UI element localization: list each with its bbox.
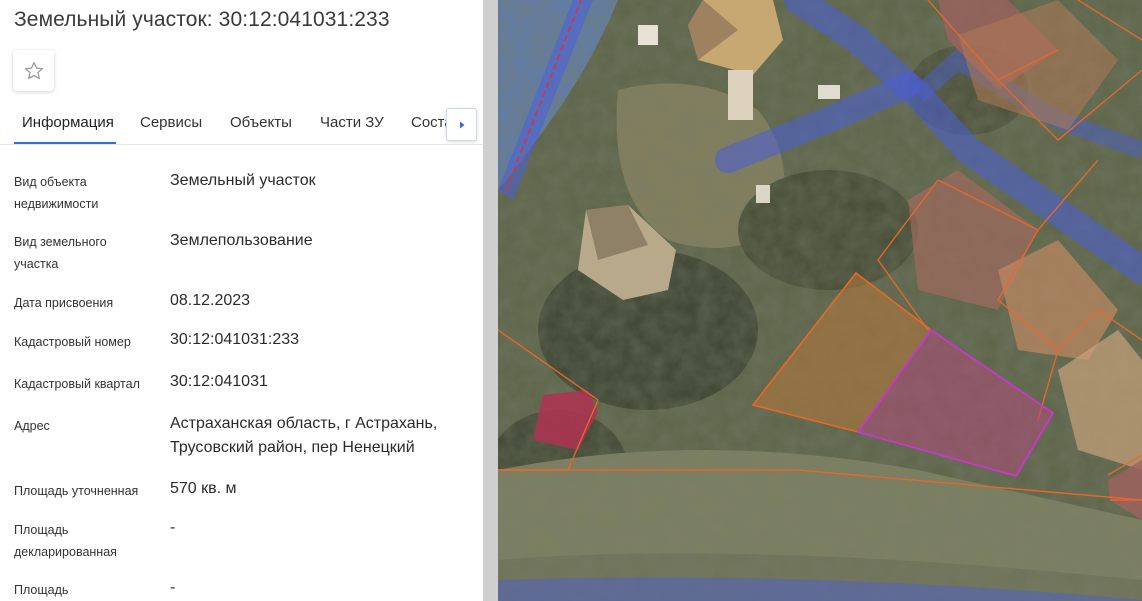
tabs-next-button[interactable]: [446, 108, 477, 141]
caret-right-icon: [459, 121, 464, 128]
tab-services[interactable]: Сервисы: [140, 114, 202, 131]
info-label: Кадастровый квартал: [14, 377, 140, 391]
tab-information[interactable]: Информация: [22, 114, 114, 131]
satellite-map: [498, 0, 1142, 601]
tab-parts[interactable]: Части ЗУ: [320, 114, 384, 131]
info-value: 30:12:041031:233: [170, 331, 300, 348]
info-label: Адрес: [14, 419, 50, 433]
info-label: Вид объекта недвижимости: [14, 175, 99, 211]
info-label: Кадастровый номер: [14, 335, 131, 349]
info-label: Площадь уточненная: [14, 484, 139, 498]
page-title: Земельный участок: 30:12:041031:233: [14, 8, 390, 31]
info-label: Площадь декларированная: [14, 523, 117, 559]
info-label: Площадь: [14, 583, 69, 597]
tab-bar: Информация Сервисы Объекты Части ЗУ Сост…: [0, 104, 483, 145]
info-value: 30:12:041031: [170, 373, 268, 390]
info-value: Астраханская область, г Астрахань, Трусо…: [170, 415, 438, 456]
info-label: Дата присвоения: [14, 296, 114, 310]
panel-resize-handle[interactable]: [483, 0, 498, 601]
favorite-button[interactable]: [13, 50, 54, 91]
info-label: Вид земельного участка: [14, 235, 107, 271]
tab-objects[interactable]: Объекты: [230, 114, 292, 131]
active-tab-indicator: [14, 142, 116, 144]
map-view[interactable]: [498, 0, 1142, 601]
info-value: Земельный участок: [170, 172, 316, 189]
info-panel: Земельный участок: 30:12:041031:233 Инфо…: [0, 0, 483, 601]
info-value: 570 кв. м: [170, 480, 237, 497]
info-value: Землепользование: [170, 232, 313, 249]
star-outline-icon: [24, 61, 43, 79]
info-value: -: [170, 519, 176, 536]
info-value: 08.12.2023: [170, 292, 251, 309]
info-value: -: [170, 579, 176, 596]
